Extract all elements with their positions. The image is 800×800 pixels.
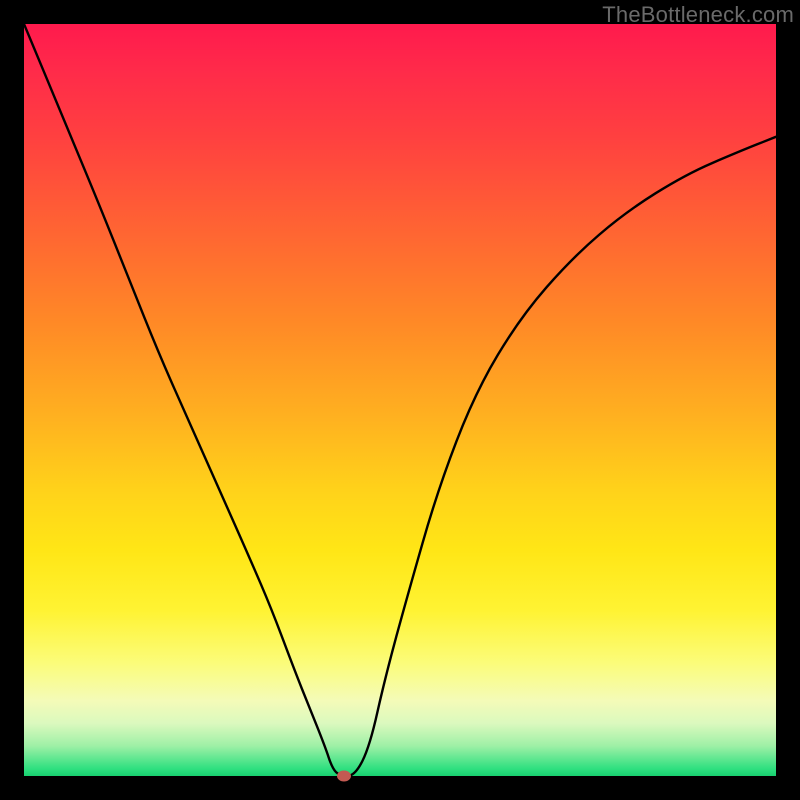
plot-area	[24, 24, 776, 776]
watermark-text: TheBottleneck.com	[602, 2, 794, 28]
bottleneck-curve	[24, 24, 776, 776]
chart-frame: TheBottleneck.com	[0, 0, 800, 800]
minimum-marker	[337, 771, 351, 782]
